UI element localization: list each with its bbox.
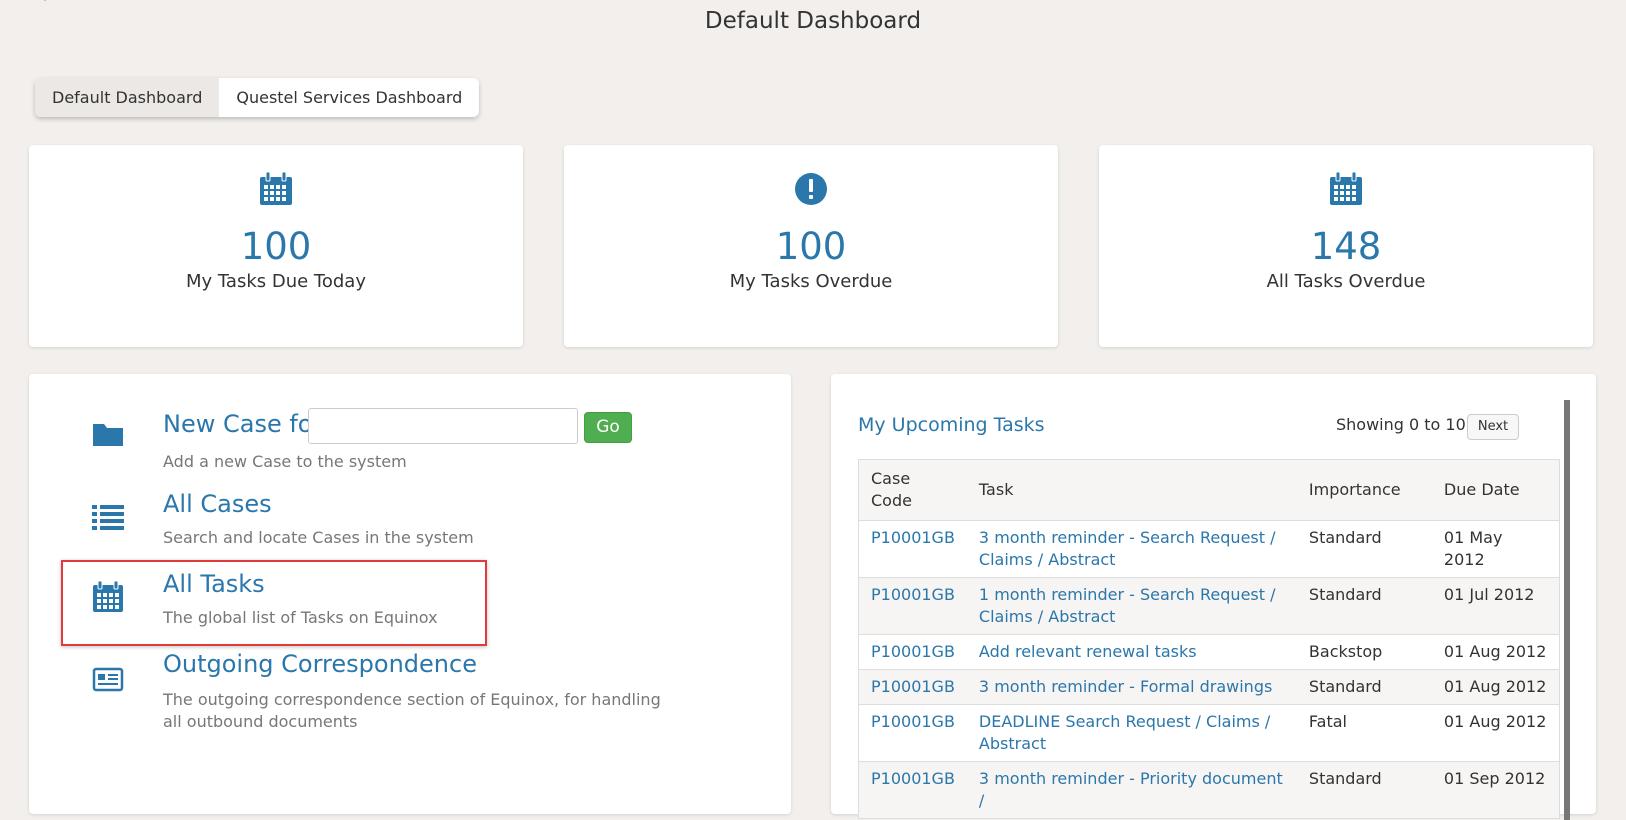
- stat-value: 148: [1310, 225, 1382, 268]
- case-code-link[interactable]: P10001GB: [859, 669, 967, 705]
- calendar-icon: [1330, 171, 1362, 205]
- table-row: P10001GB 3 month reminder - Priority doc…: [859, 761, 1559, 819]
- column-header-case-code[interactable]: Case Code: [859, 460, 967, 521]
- list-icon: [92, 505, 124, 530]
- tab-questel-services-dashboard[interactable]: Questel Services Dashboard: [219, 78, 480, 117]
- tab-default-dashboard[interactable]: Default Dashboard: [35, 78, 220, 117]
- importance-cell: Fatal: [1296, 704, 1432, 762]
- stat-label: All Tasks Overdue: [1266, 271, 1426, 292]
- table-header-row: Case Code Task Importance Due Date: [859, 460, 1559, 521]
- chevron-down-icon[interactable]: [38, 0, 52, 4]
- table-row: P10001GB 3 month reminder - Search Reque…: [859, 520, 1559, 578]
- stat-card-all-overdue[interactable]: 148 All Tasks Overdue: [1099, 145, 1593, 347]
- task-link[interactable]: 3 month reminder - Formal drawings: [966, 669, 1297, 705]
- table-row: P10001GB 1 month reminder - Search Reque…: [859, 577, 1559, 635]
- stat-value: 100: [240, 225, 312, 268]
- case-code-link[interactable]: P10001GB: [859, 634, 967, 670]
- correspondence-icon: [92, 667, 124, 692]
- page-title: Default Dashboard: [704, 8, 922, 34]
- stat-label: My Tasks Overdue: [729, 271, 893, 292]
- highlight-box: [61, 560, 487, 646]
- column-header-task[interactable]: Task: [966, 460, 1297, 521]
- column-header-due-date[interactable]: Due Date: [1431, 460, 1559, 521]
- new-case-desc: Add a new Case to the system: [163, 452, 407, 471]
- stat-value: 100: [775, 225, 847, 268]
- importance-cell: Standard: [1296, 761, 1432, 819]
- due-date-cell: 01 May 2012: [1431, 520, 1559, 578]
- task-link[interactable]: 3 month reminder - Priority document /: [966, 761, 1297, 819]
- scrollbar[interactable]: [1564, 400, 1570, 820]
- quick-links-panel: New Case for Go Add a new Case to the sy…: [29, 374, 791, 814]
- case-code-link[interactable]: P10001GB: [859, 520, 967, 578]
- importance-cell: Backstop: [1296, 634, 1432, 670]
- due-date-cell: 01 Sep 2012: [1431, 761, 1559, 819]
- new-case-title[interactable]: New Case for: [163, 410, 322, 438]
- all-cases-desc: Search and locate Cases in the system: [163, 528, 474, 547]
- stat-card-overdue[interactable]: 100 My Tasks Overdue: [564, 145, 1058, 347]
- next-button[interactable]: Next: [1467, 414, 1519, 440]
- importance-cell: Standard: [1296, 577, 1432, 635]
- case-code-link[interactable]: P10001GB: [859, 704, 967, 762]
- folder-icon: [93, 424, 123, 446]
- go-button[interactable]: Go: [584, 412, 632, 443]
- upcoming-tasks-panel: My Upcoming Tasks Showing 0 to 10 Next C…: [831, 374, 1596, 820]
- outgoing-correspondence-title[interactable]: Outgoing Correspondence: [163, 650, 477, 678]
- task-link[interactable]: DEADLINE Search Request / Claims / Abstr…: [966, 704, 1297, 762]
- table-row: P10001GB 3 month reminder - Formal drawi…: [859, 669, 1559, 705]
- all-cases-title[interactable]: All Cases: [163, 490, 272, 518]
- pagination-status: Showing 0 to 10: [1336, 415, 1466, 434]
- new-case-input[interactable]: [308, 408, 578, 444]
- outgoing-correspondence-desc: The outgoing correspondence section of E…: [163, 690, 661, 731]
- upcoming-tasks-title[interactable]: My Upcoming Tasks: [858, 414, 1045, 436]
- dashboard-tabs: Default Dashboard Questel Services Dashb…: [35, 78, 480, 117]
- due-date-cell: 01 Aug 2012: [1431, 669, 1559, 705]
- task-link[interactable]: 1 month reminder - Search Request / Clai…: [966, 577, 1297, 635]
- importance-cell: Standard: [1296, 669, 1432, 705]
- due-date-cell: 01 Aug 2012: [1431, 704, 1559, 762]
- stat-card-due-today[interactable]: 100 My Tasks Due Today: [29, 145, 523, 347]
- table-row: P10001GB Add relevant renewal tasks Back…: [859, 634, 1559, 670]
- table-row: P10001GB DEADLINE Search Request / Claim…: [859, 704, 1559, 762]
- task-link[interactable]: 3 month reminder - Search Request / Clai…: [966, 520, 1297, 578]
- importance-cell: Standard: [1296, 520, 1432, 578]
- alert-icon: [795, 173, 827, 205]
- upcoming-tasks-table: Case Code Task Importance Due Date P1000…: [858, 459, 1560, 819]
- column-header-importance[interactable]: Importance: [1296, 460, 1432, 521]
- case-code-link[interactable]: P10001GB: [859, 577, 967, 635]
- task-link[interactable]: Add relevant renewal tasks: [966, 634, 1297, 670]
- due-date-cell: 01 Jul 2012: [1431, 577, 1559, 635]
- stat-label: My Tasks Due Today: [186, 271, 366, 292]
- due-date-cell: 01 Aug 2012: [1431, 634, 1559, 670]
- calendar-icon: [260, 171, 292, 205]
- case-code-link[interactable]: P10001GB: [859, 761, 967, 819]
